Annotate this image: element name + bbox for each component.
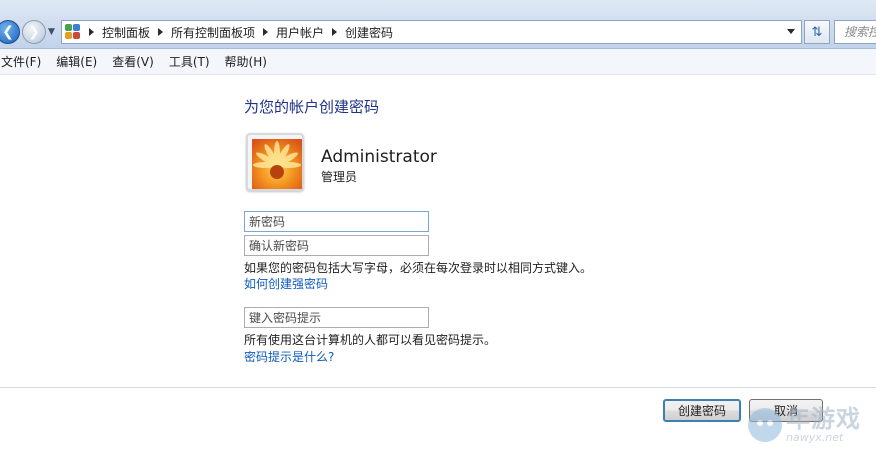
user-role: 管理员 bbox=[321, 170, 358, 184]
confirm-password-field[interactable] bbox=[244, 235, 429, 256]
forward-button[interactable]: ❯ bbox=[22, 20, 46, 44]
create-password-button[interactable]: 创建密码 bbox=[663, 399, 741, 422]
address-dropdown-icon[interactable] bbox=[787, 29, 795, 34]
back-button[interactable]: ❮ bbox=[0, 20, 20, 44]
breadcrumb-control-panel[interactable]: 控制面板 bbox=[102, 24, 150, 41]
menu-edit[interactable]: 编辑(E) bbox=[53, 53, 105, 70]
password-hint-field[interactable] bbox=[244, 307, 429, 328]
menu-help[interactable]: 帮助(H) bbox=[222, 53, 275, 70]
divider bbox=[0, 387, 876, 388]
refresh-button[interactable]: ⇅ bbox=[804, 20, 830, 44]
page-title: 为您的帐户创建密码 bbox=[244, 98, 380, 116]
breadcrumb-separator-icon[interactable] bbox=[263, 28, 269, 36]
breadcrumb-user-accounts[interactable]: 用户帐户 bbox=[276, 24, 324, 41]
hint-help-link[interactable]: 密码提示是什么? bbox=[244, 348, 334, 365]
hint-visibility-note: 所有使用这台计算机的人都可以看见密码提示。 bbox=[244, 333, 497, 347]
back-arrow-icon: ❮ bbox=[2, 24, 14, 40]
avatar bbox=[246, 133, 304, 191]
forward-arrow-icon: ❯ bbox=[28, 24, 40, 40]
breadcrumb-separator-icon[interactable] bbox=[158, 28, 164, 36]
menu-file[interactable]: 文件(F) bbox=[0, 53, 49, 70]
menu-view[interactable]: 查看(V) bbox=[109, 53, 162, 70]
strong-password-link[interactable]: 如何创建强密码 bbox=[244, 275, 328, 292]
user-name: Administrator bbox=[321, 147, 437, 167]
main-content: 为您的帐户创建密码 Administrator 管理员 如果您的密码包括大写字母… bbox=[0, 75, 876, 452]
breadcrumb-all-items[interactable]: 所有控制面板项 bbox=[171, 24, 255, 41]
recent-pages-dropdown[interactable]: ▼ bbox=[48, 27, 55, 37]
menu-bar: 文件(F) 编辑(E) 查看(V) 工具(T) 帮助(H) bbox=[0, 49, 876, 75]
caps-lock-note: 如果您的密码包括大写字母，必须在每次登录时以相同方式键入。 bbox=[244, 261, 593, 275]
flower-picture-icon bbox=[252, 139, 302, 189]
breadcrumb-separator-icon[interactable] bbox=[332, 28, 338, 36]
breadcrumb-create-password[interactable]: 创建密码 bbox=[345, 24, 393, 41]
search-box[interactable]: 搜索控 bbox=[834, 20, 876, 44]
refresh-icon: ⇅ bbox=[811, 24, 823, 40]
new-password-field[interactable] bbox=[244, 211, 429, 232]
breadcrumb: 控制面板 所有控制面板项 用户帐户 创建密码 bbox=[81, 21, 393, 43]
menu-tools[interactable]: 工具(T) bbox=[166, 53, 218, 70]
control-panel-icon bbox=[65, 24, 81, 40]
address-bar-area: ❮ ❯ ▼ 控制面板 所有控制面板项 用户帐户 创建密码 ⇅ 搜索控 bbox=[0, 0, 876, 49]
cancel-button[interactable]: 取消 bbox=[749, 399, 823, 422]
breadcrumb-separator-icon[interactable] bbox=[89, 28, 94, 36]
address-field[interactable]: 控制面板 所有控制面板项 用户帐户 创建密码 bbox=[61, 20, 802, 44]
